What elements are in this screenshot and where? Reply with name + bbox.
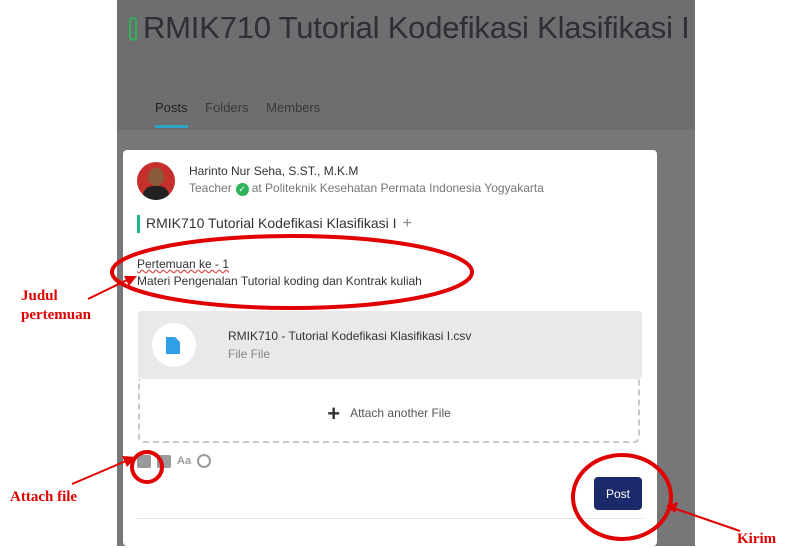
post-button[interactable]: Post <box>594 477 642 510</box>
avatar <box>137 162 175 200</box>
annotation-judul: Judul <box>21 288 58 304</box>
attach-label: Attach another File <box>350 406 451 420</box>
post-body[interactable]: Pertemuan ke - 1 Materi Pengenalan Tutor… <box>137 256 422 290</box>
camera-icon[interactable] <box>157 454 171 468</box>
course-icon <box>129 17 137 41</box>
composer-toolbar: Aa <box>137 454 212 468</box>
tab-bar: Posts Folders Members <box>155 100 334 128</box>
course-tag[interactable]: RMIK710 Tutorial Kodefikasi Klasifikasi … <box>137 215 412 233</box>
attach-another-file-button[interactable]: + Attach another File <box>138 379 640 443</box>
plus-icon: + <box>327 401 341 426</box>
plus-icon[interactable]: + <box>403 215 412 232</box>
post-card: Harinto Nur Seha, S.ST., M.K.M Teacher ✓ a… <box>123 150 657 546</box>
image-icon[interactable] <box>137 454 151 468</box>
course-title-text: RMIK710 Tutorial Kodefikasi Klasifikasi … <box>143 10 690 45</box>
post-line-1: Pertemuan ke - 1 <box>137 256 422 273</box>
author-role: Teacher ✓ at Politeknik Kesehatan Permata … <box>189 181 544 196</box>
file-name: RMIK710 - Tutorial Kodefikasi Klasifikas… <box>228 329 472 343</box>
post-line-1-text: Pertemuan ke - 1 <box>137 257 230 271</box>
divider <box>137 518 643 519</box>
course-tag-label: RMIK710 Tutorial Kodefikasi Klasifikasi … <box>146 215 397 231</box>
clock-icon[interactable] <box>197 454 212 468</box>
app-screen: RMIK710 Tutorial Kodefikasi Klasifikasi … <box>117 0 695 546</box>
file-type: File File <box>228 347 271 361</box>
institution-label: at Politeknik Kesehatan Permata Indonesi… <box>251 181 544 195</box>
post-line-2: Materi Pengenalan Tutorial koding dan Ko… <box>137 274 422 288</box>
annotation-attach-file: Attach file <box>10 489 78 505</box>
avatar-face <box>148 168 164 186</box>
avatar-body <box>143 186 169 200</box>
verified-icon: ✓ <box>235 183 249 196</box>
file-thumb <box>152 323 196 367</box>
author-name: Harinto Nur Seha, S.ST., M.K.M <box>189 164 359 178</box>
tab-posts[interactable]: Posts <box>155 100 188 128</box>
annotation-kirim: Kirim <box>737 531 777 547</box>
course-title: RMIK710 Tutorial Kodefikasi Klasifikasi … <box>129 10 690 46</box>
text-format-icon[interactable]: Aa <box>177 455 191 467</box>
attached-file[interactable]: RMIK710 - Tutorial Kodefikasi Klasifikas… <box>138 311 642 379</box>
file-icon <box>166 337 180 354</box>
attach-inner: + Attach another File <box>140 401 638 427</box>
role-label: Teacher <box>189 181 232 195</box>
tab-folders[interactable]: Folders <box>205 100 248 115</box>
tab-members[interactable]: Members <box>266 100 320 115</box>
annotation-pertemuan: pertemuan <box>21 307 91 323</box>
